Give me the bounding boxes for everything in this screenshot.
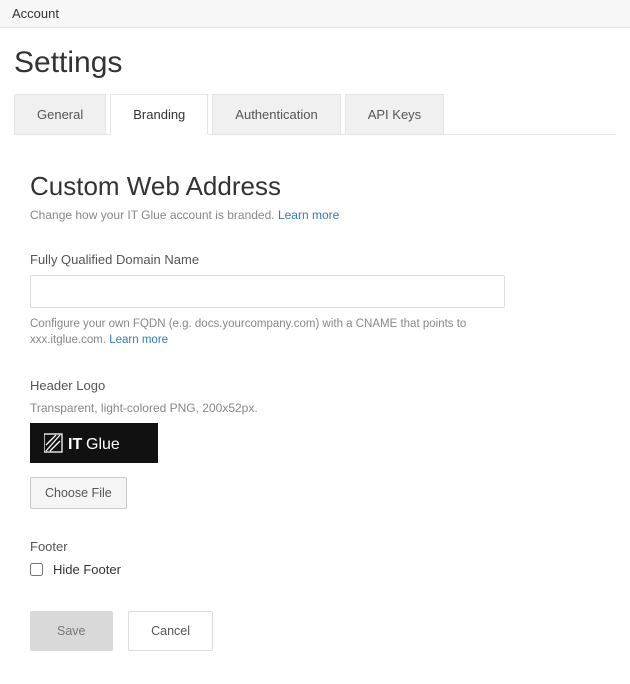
itglue-logo-icon: IT Glue: [44, 431, 144, 455]
breadcrumb: Account: [0, 0, 630, 28]
section-subtitle-text: Change how your IT Glue account is brand…: [30, 208, 278, 222]
choose-file-button[interactable]: Choose File: [30, 477, 127, 509]
section-title: Custom Web Address: [30, 171, 600, 202]
learn-more-link[interactable]: Learn more: [278, 208, 339, 222]
svg-text:IT: IT: [68, 436, 82, 453]
fqdn-input[interactable]: [30, 275, 505, 308]
footer-label: Footer: [30, 539, 600, 554]
hide-footer-label: Hide Footer: [53, 562, 121, 577]
hide-footer-checkbox[interactable]: [30, 563, 43, 576]
fqdn-label: Fully Qualified Domain Name: [30, 252, 600, 267]
header-logo-preview: IT Glue: [30, 423, 158, 463]
header-logo-label: Header Logo: [30, 378, 600, 393]
tab-authentication[interactable]: Authentication: [212, 94, 340, 134]
section-subtitle: Change how your IT Glue account is brand…: [30, 208, 600, 222]
tabs: General Branding Authentication API Keys: [14, 94, 616, 135]
tab-branding[interactable]: Branding: [110, 94, 208, 135]
fqdn-hint-text: Configure your own FQDN (e.g. docs.yourc…: [30, 318, 466, 346]
svg-text:Glue: Glue: [86, 436, 120, 453]
cancel-button[interactable]: Cancel: [128, 611, 213, 651]
save-button[interactable]: Save: [30, 611, 113, 651]
tab-api-keys[interactable]: API Keys: [345, 94, 444, 134]
breadcrumb-text: Account: [12, 6, 59, 21]
header-logo-hint: Transparent, light-colored PNG, 200x52px…: [30, 401, 600, 415]
fqdn-learn-more-link[interactable]: Learn more: [109, 334, 168, 346]
fqdn-hint: Configure your own FQDN (e.g. docs.yourc…: [30, 316, 510, 348]
page-title: Settings: [14, 46, 616, 80]
tab-general[interactable]: General: [14, 94, 106, 134]
